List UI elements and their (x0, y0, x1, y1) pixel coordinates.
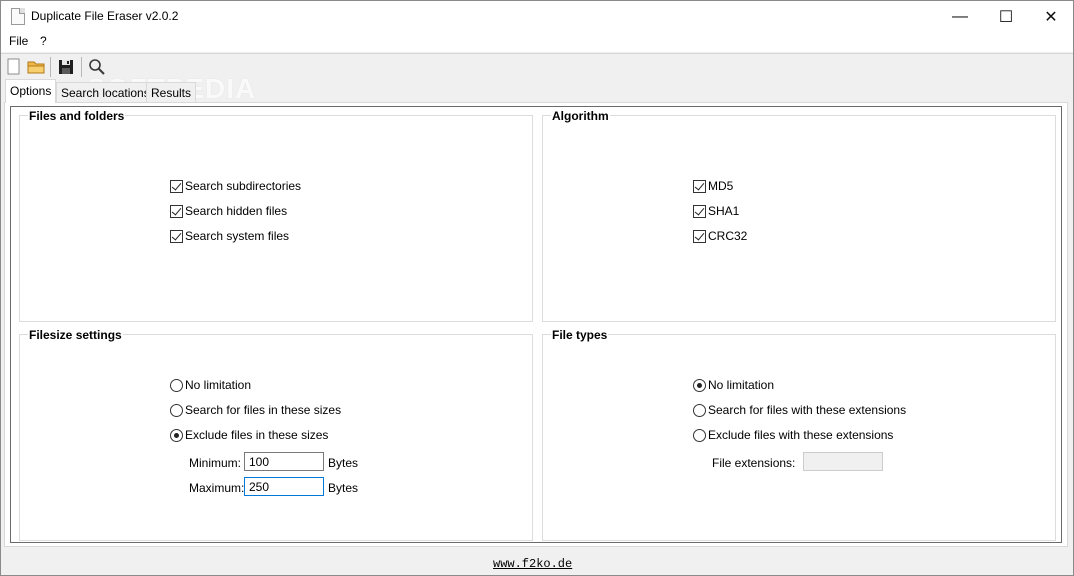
files-and-folders-group: Files and folders Search subdirectories … (19, 109, 533, 322)
radio-label: No limitation (708, 378, 775, 392)
radio-circle[interactable] (693, 403, 706, 417)
options-panel-frame: Files and folders Search subdirectories … (10, 106, 1062, 543)
checkbox-box[interactable] (170, 204, 183, 218)
toolbar-separator (81, 57, 82, 77)
radio-label: Search for files with these extensions (708, 403, 907, 417)
title-bar: Duplicate File Eraser v2.0.2 — ☐ ✕ (1, 1, 1073, 32)
checkbox-label: Search subdirectories (185, 179, 302, 193)
checkbox-label: SHA1 (708, 204, 740, 218)
checkbox-box[interactable] (170, 229, 183, 243)
search-system-files-checkbox[interactable]: Search system files (170, 229, 289, 243)
maximum-unit-label: Bytes (328, 481, 359, 495)
radio-label: Search for files in these sizes (185, 403, 342, 417)
minimum-label: Minimum: (189, 456, 242, 470)
minimum-size-input[interactable] (244, 452, 324, 471)
toolbar-separator (50, 57, 51, 77)
radio-circle[interactable] (693, 378, 706, 392)
file-extensions-label: File extensions: (712, 456, 796, 470)
file-types-group: File types No limitation Search for file… (542, 328, 1056, 541)
radio-circle[interactable] (693, 428, 706, 442)
maximum-size-input[interactable] (244, 477, 324, 496)
open-folder-icon[interactable] (26, 57, 46, 77)
close-button[interactable]: ✕ (1028, 1, 1074, 32)
radio-circle[interactable] (170, 428, 183, 442)
search-subdirectories-checkbox[interactable]: Search subdirectories (170, 179, 301, 193)
file-types-title: File types (551, 328, 609, 342)
exclude-files-with-extensions-radio[interactable]: Exclude files with these extensions (693, 428, 893, 442)
window-title: Duplicate File Eraser v2.0.2 (31, 9, 179, 23)
radio-label: Exclude files in these sizes (185, 428, 329, 442)
filetype-no-limitation-radio[interactable]: No limitation (693, 378, 774, 392)
app-window: Duplicate File Eraser v2.0.2 — ☐ ✕ File … (0, 0, 1074, 576)
crc32-checkbox[interactable]: CRC32 (693, 229, 747, 243)
tab-search-locations[interactable]: Search locations (56, 82, 155, 103)
minimize-button[interactable]: — (937, 1, 983, 32)
minimum-unit-label: Bytes (328, 456, 359, 470)
checkbox-label: Search hidden files (185, 204, 288, 218)
sha1-checkbox[interactable]: SHA1 (693, 204, 739, 218)
filesize-settings-title: Filesize settings (28, 328, 123, 342)
md5-checkbox[interactable]: MD5 (693, 179, 733, 193)
website-link[interactable]: www.f2ko.de (493, 557, 572, 571)
maximize-button[interactable]: ☐ (983, 1, 1029, 32)
radio-label: Exclude files with these extensions (708, 428, 894, 442)
menu-bar: File ? (1, 32, 1073, 52)
tab-results[interactable]: Results (146, 82, 197, 103)
checkbox-label: MD5 (708, 179, 734, 193)
filesize-no-limitation-radio[interactable]: No limitation (170, 378, 251, 392)
app-icon (11, 8, 25, 25)
checkbox-label: CRC32 (708, 229, 748, 243)
radio-circle[interactable] (170, 403, 183, 417)
checkbox-box[interactable] (170, 179, 183, 193)
search-files-in-sizes-radio[interactable]: Search for files in these sizes (170, 403, 341, 417)
search-files-with-extensions-radio[interactable]: Search for files with these extensions (693, 403, 906, 417)
algorithm-group: Algorithm MD5 SHA1 CRC32 (542, 109, 1056, 322)
files-and-folders-title: Files and folders (28, 109, 126, 123)
menu-help[interactable]: ? (40, 34, 47, 48)
menu-file[interactable]: File (9, 34, 28, 48)
checkbox-label: Search system files (185, 229, 290, 243)
checkbox-box[interactable] (693, 179, 706, 193)
exclude-files-in-sizes-radio[interactable]: Exclude files in these sizes (170, 428, 328, 442)
tab-strip: Options Search locations Results (1, 79, 1073, 103)
tab-options[interactable]: Options (5, 79, 57, 103)
save-icon[interactable] (56, 57, 76, 77)
checkbox-box[interactable] (693, 229, 706, 243)
maximum-label: Maximum: (189, 481, 245, 495)
checkbox-box[interactable] (693, 204, 706, 218)
new-icon[interactable] (4, 57, 24, 77)
algorithm-title: Algorithm (551, 109, 610, 123)
options-panel: Files and folders Search subdirectories … (4, 102, 1068, 547)
filesize-settings-group: Filesize settings No limitation Search f… (19, 328, 533, 541)
search-hidden-files-checkbox[interactable]: Search hidden files (170, 204, 287, 218)
radio-circle[interactable] (170, 378, 183, 392)
radio-label: No limitation (185, 378, 252, 392)
file-extensions-input[interactable] (803, 452, 883, 471)
